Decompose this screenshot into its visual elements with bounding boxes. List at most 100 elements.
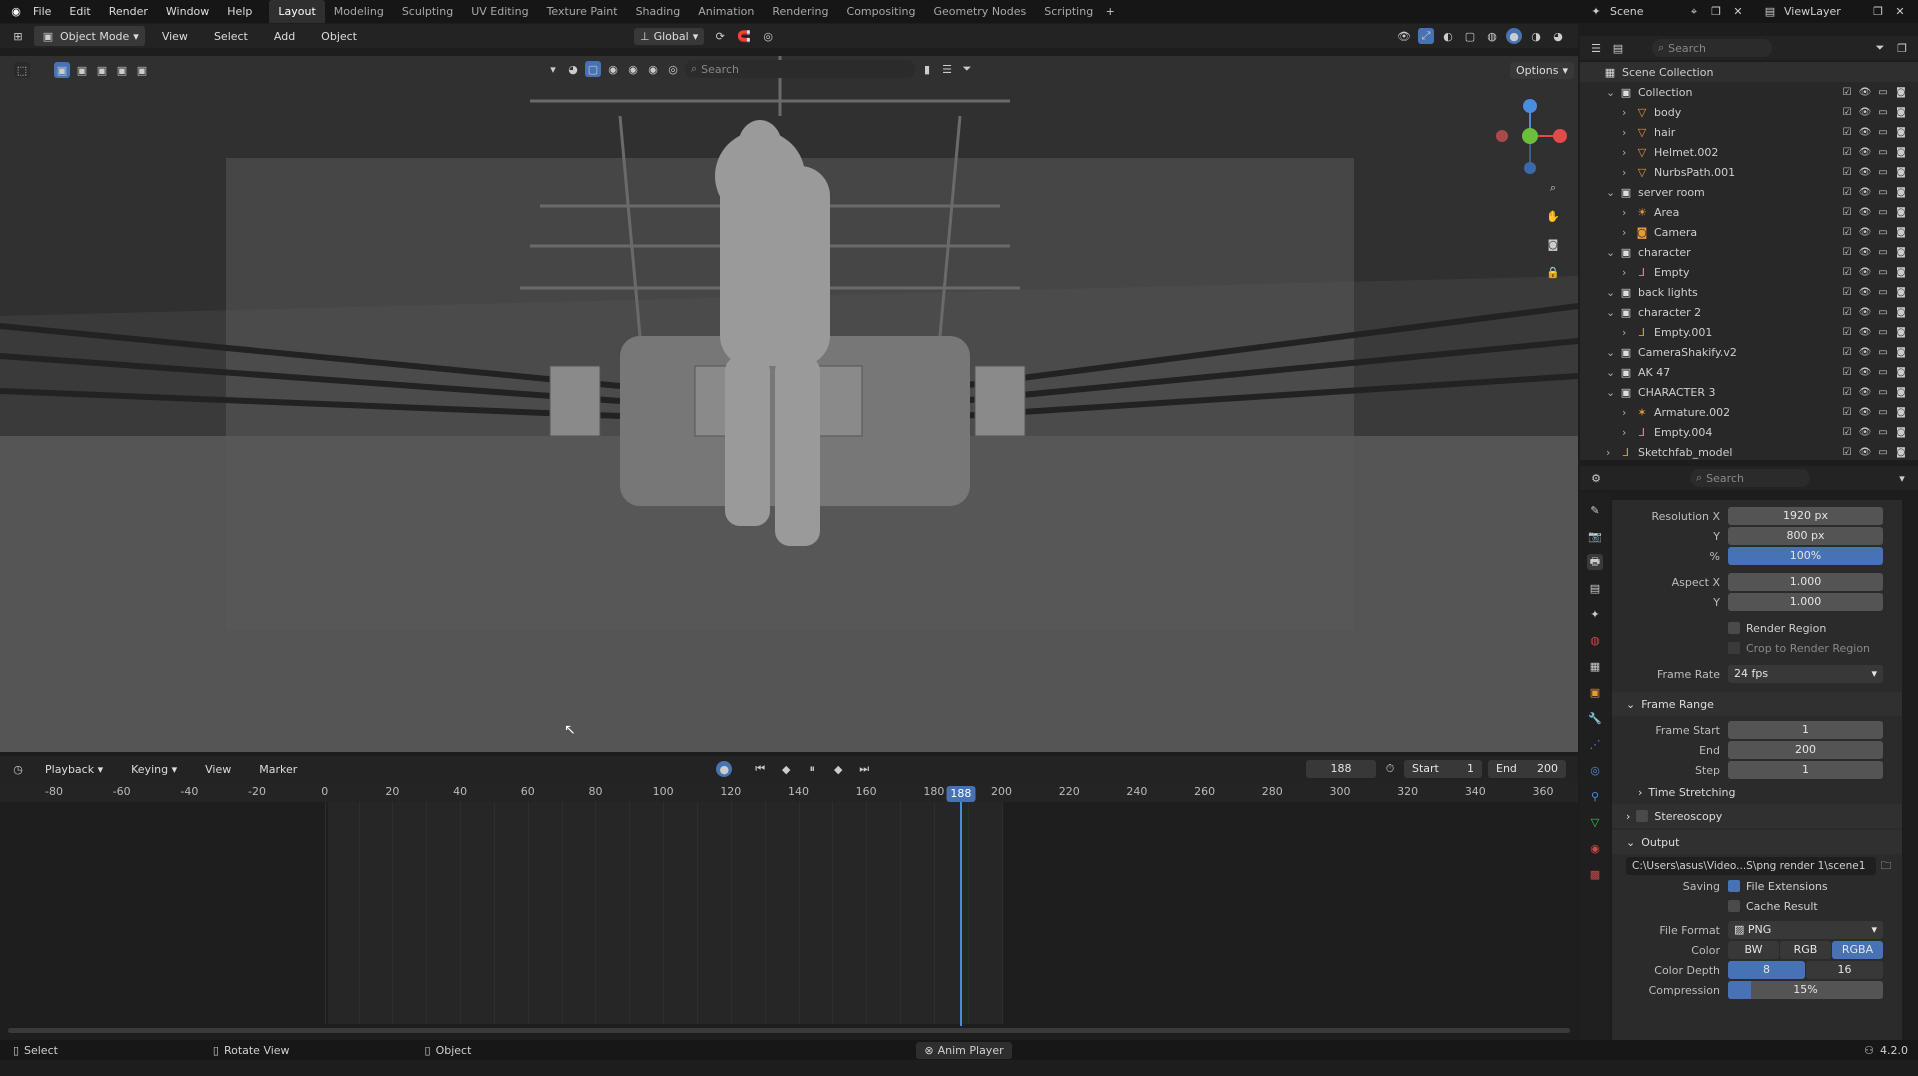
- monitor-icon[interactable]: ▭: [1874, 167, 1892, 178]
- camera-icon[interactable]: ◙: [1892, 147, 1910, 158]
- camera-icon[interactable]: ◙: [1892, 407, 1910, 418]
- checkbox-icon[interactable]: ☑: [1838, 447, 1856, 458]
- checkbox-icon[interactable]: ☑: [1838, 247, 1856, 258]
- orientation-dropdown[interactable]: ⊥ Global ▾: [634, 27, 705, 45]
- camera-icon[interactable]: ◙: [1892, 447, 1910, 458]
- outliner-row[interactable]: › ☀ Area ☑ 👁 ▭ ◙: [1580, 202, 1918, 222]
- chevron-right-icon[interactable]: ›: [1622, 266, 1634, 279]
- viewlayer-tab-icon[interactable]: ▤: [1587, 580, 1603, 596]
- editor-type-icon[interactable]: ⊞: [10, 28, 26, 44]
- mesh-filter-icon[interactable]: ◉: [605, 61, 621, 77]
- checkbox-icon[interactable]: ☑: [1838, 127, 1856, 138]
- playhead-badge[interactable]: 188: [946, 786, 976, 802]
- workspace-tab-uv-editing[interactable]: UV Editing: [462, 0, 537, 23]
- eye-icon[interactable]: 👁: [1856, 227, 1874, 238]
- checkbox-icon[interactable]: ☑: [1838, 227, 1856, 238]
- camera-icon[interactable]: ◙: [1892, 87, 1910, 98]
- list-icon[interactable]: ☰: [939, 61, 955, 77]
- timeline-area[interactable]: -80 -60 -40 -20 0 20 40 60 80 100 120 140 160 180 200 2…: [0, 782, 1578, 1040]
- eye-icon[interactable]: 👁: [1856, 387, 1874, 398]
- scene-name[interactable]: Scene: [1610, 5, 1680, 18]
- eye-icon[interactable]: 👁: [1856, 147, 1874, 158]
- snap-icon[interactable]: 🧲: [736, 28, 752, 44]
- jump-start-icon[interactable]: ⏮: [752, 761, 768, 777]
- outliner-editor-icon[interactable]: ☰: [1588, 40, 1604, 56]
- other-filter-icon[interactable]: ◎: [665, 61, 681, 77]
- display-mode-icon[interactable]: ▤: [1610, 40, 1626, 56]
- render-tab-icon[interactable]: 📷: [1587, 528, 1603, 544]
- file-extensions-checkbox[interactable]: [1728, 880, 1740, 892]
- eye-icon[interactable]: 👁: [1856, 247, 1874, 258]
- add-workspace-icon[interactable]: +: [1102, 4, 1118, 20]
- chevron-down-icon[interactable]: ⌄: [1606, 386, 1618, 399]
- eye-icon[interactable]: 👁: [1856, 407, 1874, 418]
- menu-window[interactable]: Window: [157, 0, 218, 23]
- outliner-row[interactable]: › ▽ hair ☑ 👁 ▭ ◙: [1580, 122, 1918, 142]
- monitor-icon[interactable]: ▭: [1874, 387, 1892, 398]
- workspace-tab-compositing[interactable]: Compositing: [838, 0, 925, 23]
- outliner-row[interactable]: ⌄ ▣ CHARACTER 3 ☑ 👁 ▭ ◙: [1580, 382, 1918, 402]
- menu-file[interactable]: File: [24, 0, 60, 23]
- output-section[interactable]: ⌄ Output: [1612, 830, 1902, 854]
- stereoscopy-section[interactable]: › Stereoscopy: [1612, 804, 1902, 828]
- chevron-right-icon[interactable]: ›: [1622, 146, 1634, 159]
- outliner-row[interactable]: › ▽ NurbsPath.001 ☑ 👁 ▭ ◙: [1580, 162, 1918, 182]
- monitor-icon[interactable]: ▭: [1874, 327, 1892, 338]
- select-extend-icon[interactable]: ▣: [74, 62, 90, 78]
- frame-end-field[interactable]: 200: [1728, 741, 1883, 759]
- gizmo-icon[interactable]: ⤢: [1418, 28, 1434, 44]
- prev-keyframe-icon[interactable]: ◆: [778, 761, 794, 777]
- color-rgb-button[interactable]: RGB: [1780, 941, 1831, 959]
- new-scene-icon[interactable]: ❐: [1708, 4, 1724, 20]
- outliner-row[interactable]: ▦ Scene Collection: [1580, 62, 1918, 82]
- collection-tab-icon[interactable]: ▦: [1587, 658, 1603, 674]
- workspace-tab-layout[interactable]: Layout: [269, 0, 325, 23]
- timeline-editor-icon[interactable]: ◷: [10, 761, 26, 777]
- pause-icon[interactable]: ⏸: [804, 761, 820, 777]
- checkbox-icon[interactable]: ☑: [1838, 347, 1856, 358]
- checkbox-icon[interactable]: ☑: [1838, 147, 1856, 158]
- monitor-icon[interactable]: ▭: [1874, 427, 1892, 438]
- monitor-icon[interactable]: ▭: [1874, 107, 1892, 118]
- camera-icon[interactable]: ◙: [1892, 367, 1910, 378]
- resolution-pct-slider[interactable]: 100%: [1728, 547, 1883, 565]
- eye-icon[interactable]: 👁: [1856, 307, 1874, 318]
- chevron-down-icon[interactable]: ⌄: [1606, 246, 1618, 259]
- chevron-down-icon[interactable]: ⌄: [1606, 346, 1618, 359]
- outliner-row[interactable]: ⌄ ▣ character 2 ☑ 👁 ▭ ◙: [1580, 302, 1918, 322]
- camera-icon[interactable]: ◙: [1892, 247, 1910, 258]
- checkbox-icon[interactable]: ☑: [1838, 327, 1856, 338]
- camera-icon[interactable]: ◙: [1892, 387, 1910, 398]
- funnel-icon[interactable]: ⏷: [959, 61, 975, 77]
- render-region-row[interactable]: Render Region: [1612, 618, 1902, 638]
- camera-icon[interactable]: ◙: [1892, 287, 1910, 298]
- delete-scene-icon[interactable]: ✕: [1730, 4, 1746, 20]
- jump-end-icon[interactable]: ⏭: [856, 761, 872, 777]
- select-tool-icon[interactable]: ⬚: [14, 62, 30, 78]
- checkbox-icon[interactable]: ☑: [1838, 267, 1856, 278]
- eye-icon[interactable]: 👁: [1856, 107, 1874, 118]
- viewport-search-input[interactable]: ⌕ Search: [685, 60, 915, 78]
- workspace-tab-sculpting[interactable]: Sculpting: [393, 0, 462, 23]
- outliner-row[interactable]: ⌄ ▣ character ☑ 👁 ▭ ◙: [1580, 242, 1918, 262]
- chevron-right-icon[interactable]: ›: [1622, 326, 1634, 339]
- file-format-dropdown[interactable]: ▨ PNG ▾: [1728, 921, 1883, 939]
- monitor-icon[interactable]: ▭: [1874, 307, 1892, 318]
- select-invert-icon[interactable]: ▣: [114, 62, 130, 78]
- camera-icon[interactable]: ◙: [1892, 127, 1910, 138]
- output-tab-icon[interactable]: 🖶: [1587, 554, 1603, 570]
- frame-ruler[interactable]: -80 -60 -40 -20 0 20 40 60 80 100 120 140 160 180 200 2…: [0, 782, 1578, 802]
- camera-icon[interactable]: ◙: [1892, 107, 1910, 118]
- workspace-tab-modeling[interactable]: Modeling: [325, 0, 393, 23]
- eye-icon[interactable]: 👁: [1856, 347, 1874, 358]
- checkbox-icon[interactable]: ☑: [1838, 107, 1856, 118]
- menu-view[interactable]: View: [153, 25, 197, 48]
- monitor-icon[interactable]: ▭: [1874, 347, 1892, 358]
- chevron-right-icon[interactable]: ›: [1622, 126, 1634, 139]
- resolution-x-field[interactable]: 1920 px: [1728, 507, 1883, 525]
- blender-logo-icon[interactable]: ◉: [8, 4, 24, 20]
- visibility-icon[interactable]: 👁: [1396, 28, 1412, 44]
- monitor-icon[interactable]: ▭: [1874, 447, 1892, 458]
- particles-tab-icon[interactable]: ⋰: [1587, 736, 1603, 752]
- output-path-field[interactable]: C:\Users\asus\Video...S\png render 1\sce…: [1626, 857, 1876, 875]
